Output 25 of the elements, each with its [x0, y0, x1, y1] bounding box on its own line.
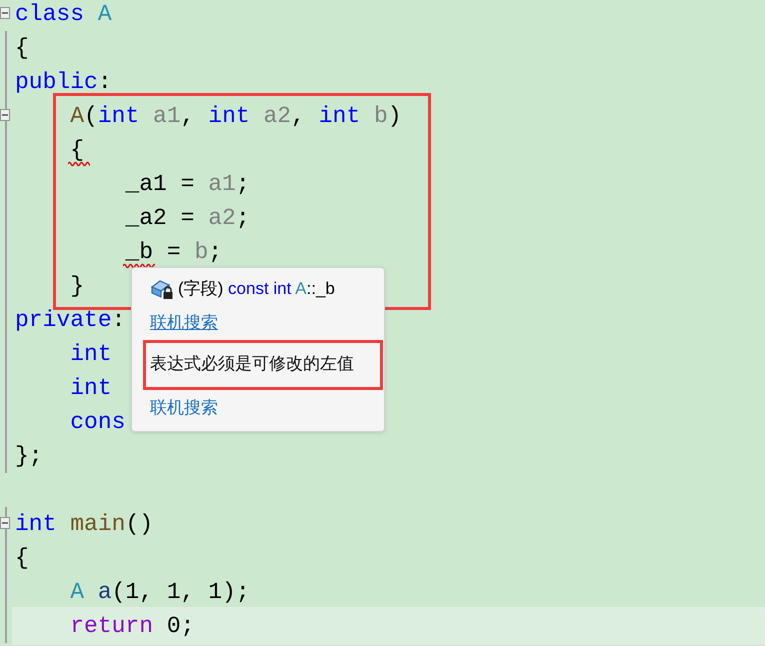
code-line: _a2 = a2;	[124, 204, 250, 233]
code-line: };	[15, 442, 43, 471]
code-line: class A	[15, 0, 112, 29]
code-line: A(int a1, int a2, int b)	[69, 102, 402, 131]
code-line: A a(1, 1, 1);	[69, 578, 250, 607]
code-line: {	[15, 544, 29, 573]
code-line: {	[15, 34, 29, 63]
error-message: 表达式必须是可修改的左值	[146, 343, 380, 386]
code-line: cons	[69, 408, 126, 437]
code-line: _b = b;	[124, 238, 222, 267]
code-line: _a1 = a1;	[124, 170, 250, 199]
code-line: private:	[15, 306, 126, 335]
fold-icon[interactable]	[0, 7, 10, 19]
code-line: int	[69, 374, 112, 403]
code-line: {	[69, 136, 84, 165]
code-line: int	[69, 340, 112, 369]
fold-icon[interactable]	[0, 517, 10, 529]
code-line: int main()	[15, 510, 154, 539]
code-line: public:	[15, 68, 112, 97]
search-online-link[interactable]: 联机搜索	[150, 310, 218, 335]
field-signature: (字段) const int A::_b	[178, 278, 335, 300]
code-line: }	[69, 272, 84, 301]
fold-icon[interactable]	[0, 109, 10, 121]
field-lock-icon	[150, 278, 174, 300]
search-online-link[interactable]: 联机搜索	[150, 394, 218, 420]
